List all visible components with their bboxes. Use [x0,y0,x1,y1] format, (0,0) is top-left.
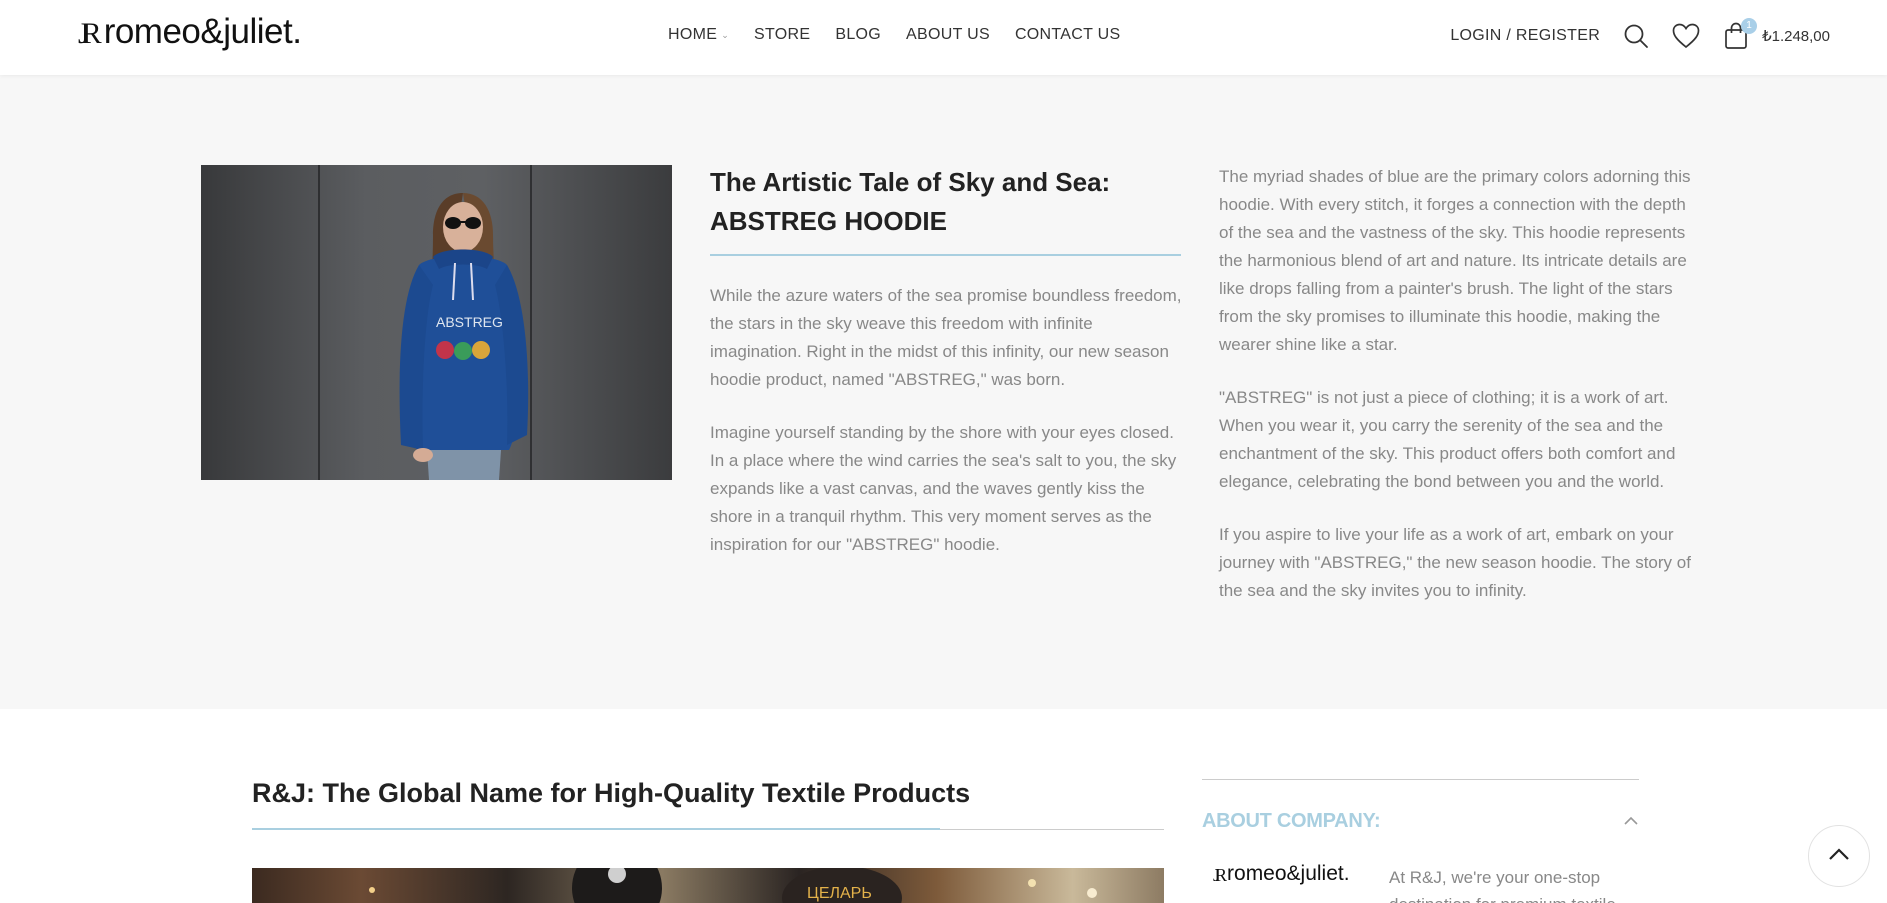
svg-text:ABSTREG: ABSTREG [436,314,503,330]
story-paragraph: Imagine yourself standing by the shore w… [710,423,1177,554]
about-logo-text: romeo&juliet. [1227,862,1350,885]
login-register-link[interactable]: LOGIN / REGISTER [1450,27,1600,45]
nav-contact-label: CONTACT US [1014,26,1121,43]
scroll-to-top-button[interactable] [1808,825,1870,887]
logo-mark: JR [78,17,102,50]
shopping-bag-icon[interactable]: 1 [1722,18,1758,50]
site-header: JR romeo&juliet. HOME ⌄ STORE BLOG ABOUT… [0,0,1887,75]
story-paragraph: While the azure waters of the sea promis… [710,286,1182,389]
nav-contact-us[interactable]: CONTACT US [1015,26,1121,44]
global-name-heading: R&J: The Global Name for High-Quality Te… [252,778,971,808]
nav-store-label: STORE [754,26,811,43]
about-logo-mark: JR [1213,865,1227,885]
story-column-right: The myriad shades of blue are the primar… [1219,163,1697,630]
nav-store[interactable]: STORE [754,26,810,44]
product-story-section: ABSTREG The Artistic Tale of Sky and Sea… [0,75,1887,709]
search-icon[interactable] [1622,22,1650,50]
about-company-text: At R&J, we're your one-stop destination … [1389,868,1616,903]
site-logo[interactable]: JR romeo&juliet. [78,12,302,51]
about-divider [1202,779,1639,780]
story-paragraph: "ABSTREG" is not just a piece of clothin… [1219,388,1676,491]
about-company-toggle[interactable]: ABOUT COMPANY: [1202,810,1639,833]
chevron-up-icon [1828,847,1850,866]
section-underline [252,828,940,830]
chevron-down-icon: ⌄ [721,29,730,40]
title-underline [710,254,1181,256]
storefront-image: ЦЕЛАРЬ [252,868,1164,903]
nav-home[interactable]: HOME ⌄ [668,26,729,44]
story-column-middle: While the azure waters of the sea promis… [710,282,1185,584]
header-actions: LOGIN / REGISTER 1 ₺1.248,00 [1450,18,1830,52]
cart-total[interactable]: ₺1.248,00 [1762,27,1830,45]
heart-icon[interactable] [1672,22,1700,50]
product-story-title: The Artistic Tale of Sky and Sea: ABSTRE… [710,167,1111,236]
story-paragraph: The myriad shades of blue are the primar… [1219,167,1691,354]
svg-text:ЦЕЛАРЬ: ЦЕЛАРЬ [807,885,872,902]
about-logo: JR romeo&juliet. [1213,862,1350,886]
cart-count-badge: 1 [1741,18,1758,34]
nav-blog[interactable]: BLOG [835,26,881,44]
nav-about-label: ABOUT US [906,26,990,43]
hoodie-product-image: ABSTREG [201,165,672,480]
logo-text: romeo&juliet. [103,12,302,51]
nav-about-us[interactable]: ABOUT US [906,26,990,44]
story-paragraph: If you aspire to live your life as a wor… [1219,525,1691,600]
about-company-title: ABOUT COMPANY: [1202,810,1381,832]
chevron-up-icon[interactable] [1623,813,1639,831]
main-nav: HOME ⌄ STORE BLOG ABOUT US CONTACT US [668,26,1120,44]
nav-blog-label: BLOG [835,26,882,43]
nav-home-label: HOME [668,26,718,43]
